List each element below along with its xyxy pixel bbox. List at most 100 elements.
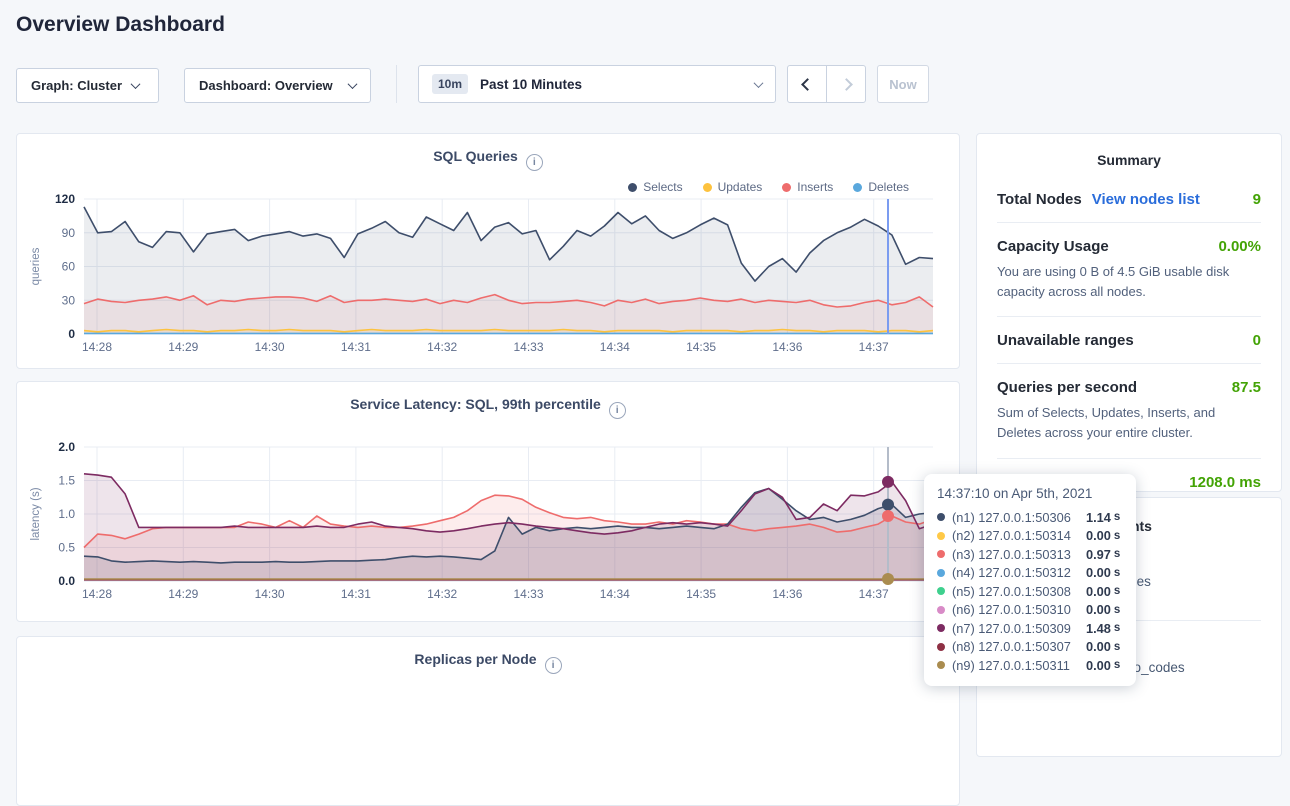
x-tick-label: 14:28 xyxy=(82,340,112,354)
graph-scope-label: Graph: Cluster xyxy=(31,78,122,93)
y-tick-label: 0.0 xyxy=(58,574,75,588)
crosshair-dot xyxy=(882,510,894,522)
summary-row-value: 0.00% xyxy=(1218,238,1261,255)
x-tick-label: 14:31 xyxy=(341,587,371,601)
tooltip-node-unit: s xyxy=(1114,530,1120,542)
summary-row-description: Sum of Selects, Updates, Inserts, and De… xyxy=(997,403,1261,443)
next-range-button[interactable] xyxy=(826,65,866,103)
replicas-title: Replicas per Node xyxy=(414,651,536,667)
summary-row-value: 0 xyxy=(1253,332,1261,349)
summary-row-label: Capacity Usage xyxy=(997,238,1109,255)
info-icon[interactable]: i xyxy=(545,657,562,674)
crosshair-dot xyxy=(882,499,894,511)
summary-row-value: 1208.0 ms xyxy=(1189,474,1261,491)
summary-panel: Summary Total NodesView nodes list9Capac… xyxy=(976,133,1282,492)
summary-row: Capacity Usage 0.00% You are using 0 B of … xyxy=(997,223,1261,317)
x-tick-label: 14:30 xyxy=(255,340,285,354)
y-tick-label: 60 xyxy=(62,260,76,274)
x-tick-label: 14:36 xyxy=(772,340,802,354)
tooltip-node-unit: s xyxy=(1114,585,1120,597)
tooltip-node-unit: s xyxy=(1114,659,1120,671)
y-tick-label: 1.0 xyxy=(58,507,75,521)
tooltip-node-value: 0.00 xyxy=(1086,658,1111,673)
summary-row-description: You are using 0 B of 4.5 GiB usable disk… xyxy=(997,262,1261,302)
x-tick-label: 14:33 xyxy=(513,587,543,601)
time-range-label: Past 10 Minutes xyxy=(480,77,582,92)
replicas-per-node-card: Replicas per Node i xyxy=(16,636,960,806)
x-tick-label: 14:33 xyxy=(513,340,543,354)
service-latency-card: Service Latency: SQL, 99th percentilei 1… xyxy=(16,381,960,622)
tooltip-node-value: 0.97 xyxy=(1086,547,1111,562)
x-tick-label: 14:30 xyxy=(255,587,285,601)
tooltip-row: (n7) 127.0.0.1:503091.48s xyxy=(937,619,1123,638)
summary-row: Total NodesView nodes list9 xyxy=(997,176,1261,223)
series-color-dot xyxy=(937,643,945,651)
view-nodes-list-link[interactable]: View nodes list xyxy=(1092,191,1200,208)
x-tick-label: 14:32 xyxy=(427,340,457,354)
summary-row-value: 87.5 xyxy=(1232,379,1261,396)
crosshair-dot xyxy=(882,476,894,488)
graph-scope-dropdown[interactable]: Graph: Cluster xyxy=(16,68,159,103)
tooltip-node-label: (n5) 127.0.0.1:50308 xyxy=(952,584,1086,599)
tooltip-node-value: 0.00 xyxy=(1086,584,1111,599)
series-color-dot xyxy=(937,661,945,669)
crosshair-dot xyxy=(882,573,894,585)
summary-row-label: Total Nodes xyxy=(997,191,1082,208)
series-color-dot xyxy=(937,532,945,540)
x-tick-label: 14:34 xyxy=(600,340,630,354)
tooltip-node-unit: s xyxy=(1114,604,1120,616)
prev-range-button[interactable] xyxy=(787,65,827,103)
x-tick-label: 14:28 xyxy=(82,587,112,601)
now-button[interactable]: Now xyxy=(877,65,929,103)
tooltip-node-label: (n7) 127.0.0.1:50309 xyxy=(952,621,1086,636)
time-range-dropdown[interactable]: 10m Past 10 Minutes xyxy=(418,65,776,103)
series-color-dot xyxy=(937,624,945,632)
x-tick-label: 14:37 xyxy=(859,340,889,354)
x-tick-label: 14:32 xyxy=(427,587,457,601)
service-latency-chart[interactable]: 14:28 14:29 14:30 14:31 14:32 14:33 14:34 14:35… xyxy=(17,382,959,621)
y-tick-label: 0.5 xyxy=(58,541,75,555)
time-range-nav xyxy=(787,65,866,103)
y-axis-label: queries xyxy=(30,247,42,285)
y-axis-label: latency (s) xyxy=(30,487,42,540)
tooltip-row: (n6) 127.0.0.1:503100.00s xyxy=(937,601,1123,620)
summary-row: Queries per second87.5Sum of Selects, Up… xyxy=(997,364,1261,458)
x-tick-label: 14:35 xyxy=(686,587,716,601)
dashboard-dropdown[interactable]: Dashboard: Overview xyxy=(184,68,371,103)
tooltip-node-unit: s xyxy=(1114,511,1120,523)
sql-queries-chart[interactable]: 14:2814:2914:3014:3114:3214:3314:3414:35… xyxy=(17,134,959,368)
tooltip-node-unit: s xyxy=(1114,567,1120,579)
tooltip-node-label: (n4) 127.0.0.1:50312 xyxy=(952,565,1086,580)
page-title: Overview Dashboard xyxy=(16,13,225,37)
tooltip-row: (n8) 127.0.0.1:503070.00s xyxy=(937,638,1123,657)
tooltip-node-unit: s xyxy=(1114,548,1120,560)
tooltip-node-value: 0.00 xyxy=(1086,565,1111,580)
x-tick-label: 14:37 xyxy=(859,587,889,601)
y-tick-label: 2.0 xyxy=(58,440,75,454)
x-tick-label: 14:34 xyxy=(600,587,630,601)
chart-title: Replicas per Node i xyxy=(17,651,959,674)
tooltip-node-value: 0.00 xyxy=(1086,602,1111,617)
summary-title: Summary xyxy=(997,152,1261,168)
dashboard-label: Dashboard: Overview xyxy=(199,78,333,93)
chevron-down-icon xyxy=(348,79,358,89)
tooltip-rows: (n1) 127.0.0.1:503061.14s(n2) 127.0.0.1:… xyxy=(937,508,1123,675)
tooltip-node-label: (n8) 127.0.0.1:50307 xyxy=(952,639,1086,654)
tooltip-row: (n5) 127.0.0.1:503080.00s xyxy=(937,582,1123,601)
x-tick-label: 14:36 xyxy=(772,587,802,601)
tooltip-node-label: (n6) 127.0.0.1:50310 xyxy=(952,602,1086,617)
tooltip-node-unit: s xyxy=(1114,641,1120,653)
toolbar-divider xyxy=(396,65,397,103)
x-tick-label: 14:29 xyxy=(168,340,198,354)
sql-queries-card: SQL Queriesi SelectsUpdatesInsertsDelete… xyxy=(16,133,960,369)
series-color-dot xyxy=(937,569,945,577)
tooltip-row: (n9) 127.0.0.1:503110.00s xyxy=(937,656,1123,675)
tooltip-node-value: 1.48 xyxy=(1086,621,1111,636)
tooltip-row: (n4) 127.0.0.1:503120.00s xyxy=(937,564,1123,583)
x-tick-label: 14:29 xyxy=(168,587,198,601)
chevron-right-icon xyxy=(840,78,853,91)
tooltip-node-label: (n1) 127.0.0.1:50306 xyxy=(952,510,1086,525)
summary-row: Unavailable ranges0 xyxy=(997,317,1261,364)
chevron-down-icon xyxy=(131,79,141,89)
tooltip-node-value: 0.00 xyxy=(1086,528,1111,543)
